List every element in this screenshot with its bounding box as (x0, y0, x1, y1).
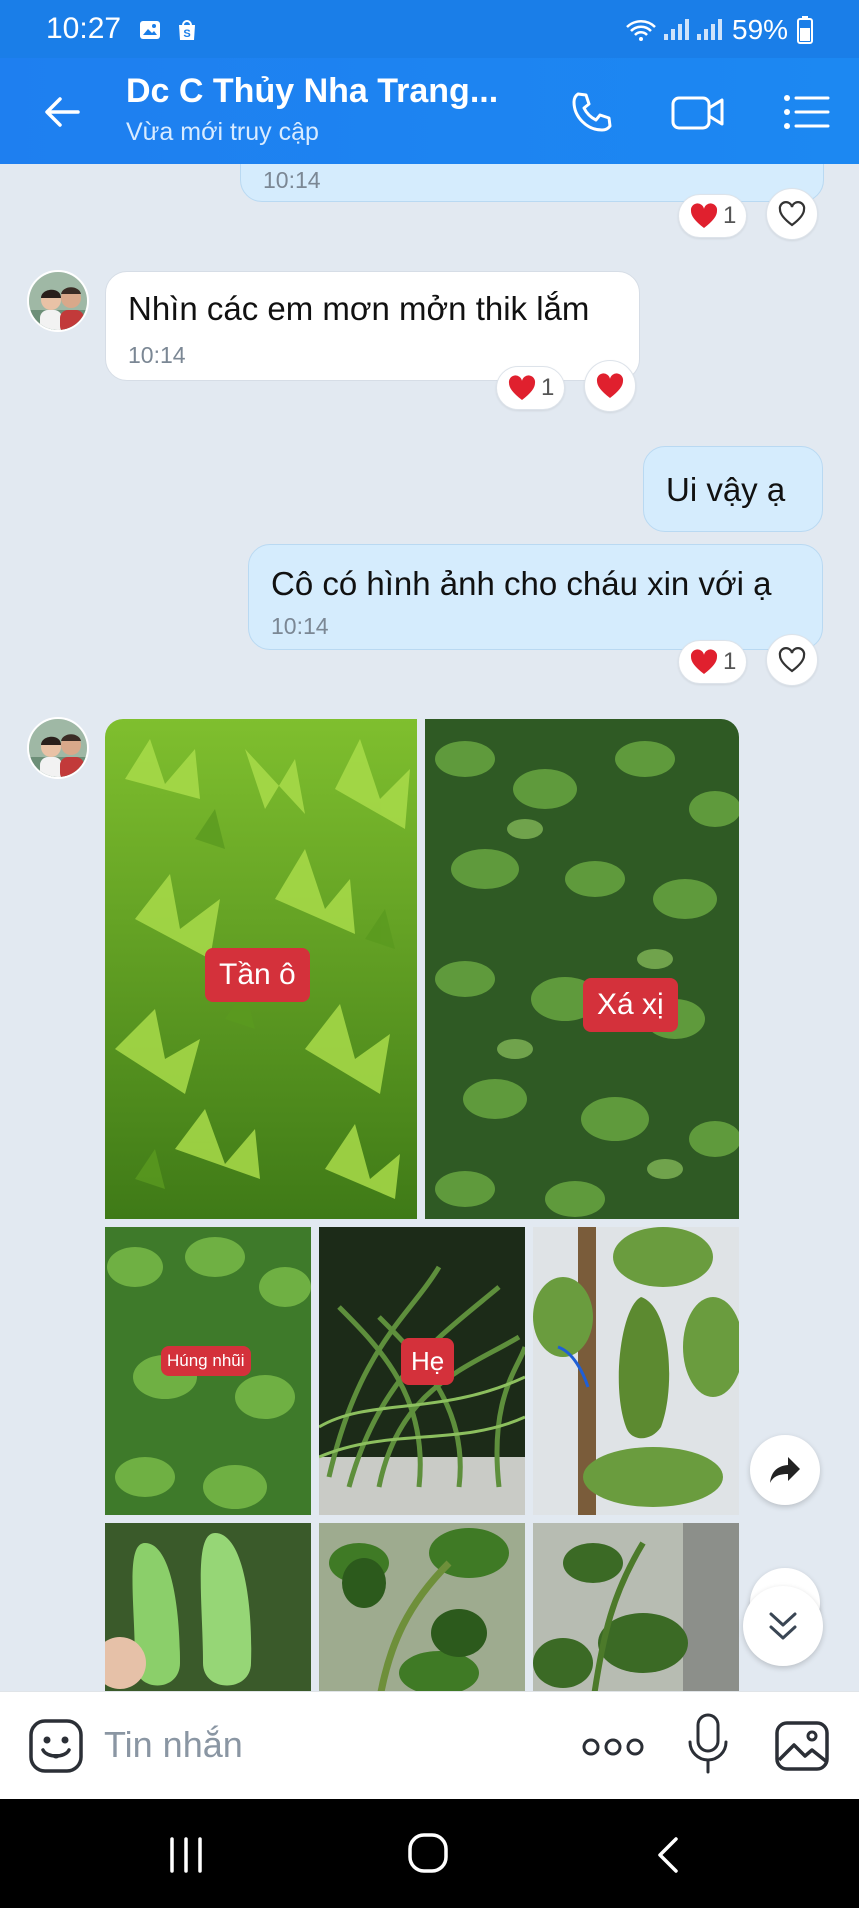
photo-label: Xá xị (583, 978, 678, 1032)
microphone-icon (688, 1713, 728, 1774)
avatar-image (29, 272, 87, 330)
signal-icon (664, 19, 689, 40)
status-bar: 10:27 S 59% (0, 0, 859, 58)
reaction-summary[interactable]: 1 (496, 366, 566, 410)
photo-xa-xi[interactable]: Xá xị (425, 719, 739, 1219)
image-picker-button[interactable] (774, 1718, 830, 1774)
reaction-count: 1 (541, 374, 555, 401)
photo-grid: Tần ô Xá xị Húng nhũi Hẹ (105, 719, 739, 1691)
voice-call-button[interactable] (562, 82, 622, 142)
system-nav-bar (0, 1799, 859, 1908)
video-call-button[interactable] (668, 82, 728, 142)
chat-area[interactable]: 10:14 1 Nhìn các em mơn mởn thik lắm 10:… (0, 164, 859, 1691)
signal-icon-2 (697, 19, 722, 40)
heart-icon (596, 373, 624, 398)
battery-percent: 59% (732, 14, 789, 45)
avatar[interactable] (27, 270, 89, 332)
photo-he[interactable]: Hẹ (319, 1227, 525, 1515)
heart-icon (690, 203, 718, 228)
message-bubble-outgoing[interactable]: Ui vậy ạ (643, 446, 823, 532)
recent-apps-icon (170, 1837, 202, 1873)
message-time: 10:14 (271, 613, 329, 639)
react-button-filled[interactable] (584, 360, 636, 412)
wifi-icon (626, 20, 656, 41)
video-camera-icon (671, 96, 724, 130)
photo-bitter-melon-hand[interactable] (105, 1523, 311, 1691)
contact-name[interactable]: Dc C Thủy Nha Trang... (126, 72, 498, 111)
contact-status: Vừa mới truy cập (126, 118, 319, 146)
message-text: Ui vậy ạ (666, 471, 786, 508)
photo-tan-o[interactable]: Tần ô (105, 719, 417, 1219)
menu-button[interactable] (776, 82, 836, 142)
list-menu-icon (784, 95, 830, 129)
message-time: 10:14 (128, 342, 186, 368)
heart-icon (690, 649, 718, 674)
back-button[interactable] (32, 82, 92, 142)
message-input-bar: Tin nhắn (0, 1691, 859, 1799)
photo-vine-plant[interactable] (533, 1523, 739, 1691)
home-icon (408, 1833, 448, 1873)
avatar-image (29, 719, 87, 777)
double-chevron-down-icon (769, 1612, 797, 1640)
reaction-summary[interactable]: 1 (678, 640, 748, 684)
message-text: Nhìn các em mơn mởn thik lắm (128, 290, 590, 327)
photo-label: Hẹ (401, 1338, 455, 1385)
forward-button[interactable] (750, 1435, 820, 1505)
reaction-summary[interactable]: 1 (678, 194, 748, 238)
chevron-left-icon (658, 1837, 678, 1873)
photo-pepper-plant[interactable] (319, 1523, 525, 1691)
message-input[interactable]: Tin nhắn (104, 1724, 243, 1766)
chat-header: Dc C Thủy Nha Trang... Vừa mới truy cập (0, 58, 859, 164)
emoji-icon (29, 1719, 83, 1773)
photo-bitter-melon-vine[interactable] (533, 1227, 739, 1515)
svg-text:S: S (183, 28, 190, 40)
reaction-count: 1 (723, 202, 737, 229)
message-time: 10:14 (263, 167, 321, 193)
voice-record-button[interactable] (686, 1712, 730, 1776)
home-button[interactable] (404, 1829, 452, 1877)
message-bubble-outgoing[interactable]: Cô có hình ảnh cho cháu xin với ạ 10:14 (248, 544, 823, 650)
react-button[interactable] (766, 634, 818, 686)
phone-icon (572, 92, 612, 132)
status-time: 10:27 (46, 12, 122, 45)
photo-label: Tần ô (205, 948, 310, 1002)
heart-icon (508, 375, 536, 400)
avatar[interactable] (27, 717, 89, 779)
image-icon (775, 1721, 829, 1771)
reaction-count: 1 (723, 648, 737, 675)
recent-apps-button[interactable] (164, 1835, 208, 1875)
photo-label: Húng nhũi (161, 1346, 251, 1376)
heart-outline-icon (778, 647, 806, 673)
react-button[interactable] (766, 188, 818, 240)
share-arrow-icon (770, 1457, 800, 1483)
message-text: Cô có hình ảnh cho cháu xin với ạ (271, 565, 772, 602)
heart-outline-icon (778, 201, 806, 227)
scroll-to-bottom-button[interactable] (743, 1586, 823, 1666)
back-arrow-icon (45, 97, 80, 127)
battery-icon (797, 16, 813, 44)
message-bubble-incoming[interactable]: Nhìn các em mơn mởn thik lắm 10:14 (105, 271, 640, 381)
ellipsis-circles-icon (582, 1738, 644, 1756)
gallery-icon (140, 21, 160, 39)
photo-hung-nhui[interactable]: Húng nhũi (105, 1227, 311, 1515)
sticker-button[interactable] (28, 1718, 84, 1774)
shopping-bag-icon: S (179, 20, 195, 40)
more-input-options-button[interactable] (582, 1730, 644, 1764)
nav-back-button[interactable] (648, 1833, 688, 1877)
